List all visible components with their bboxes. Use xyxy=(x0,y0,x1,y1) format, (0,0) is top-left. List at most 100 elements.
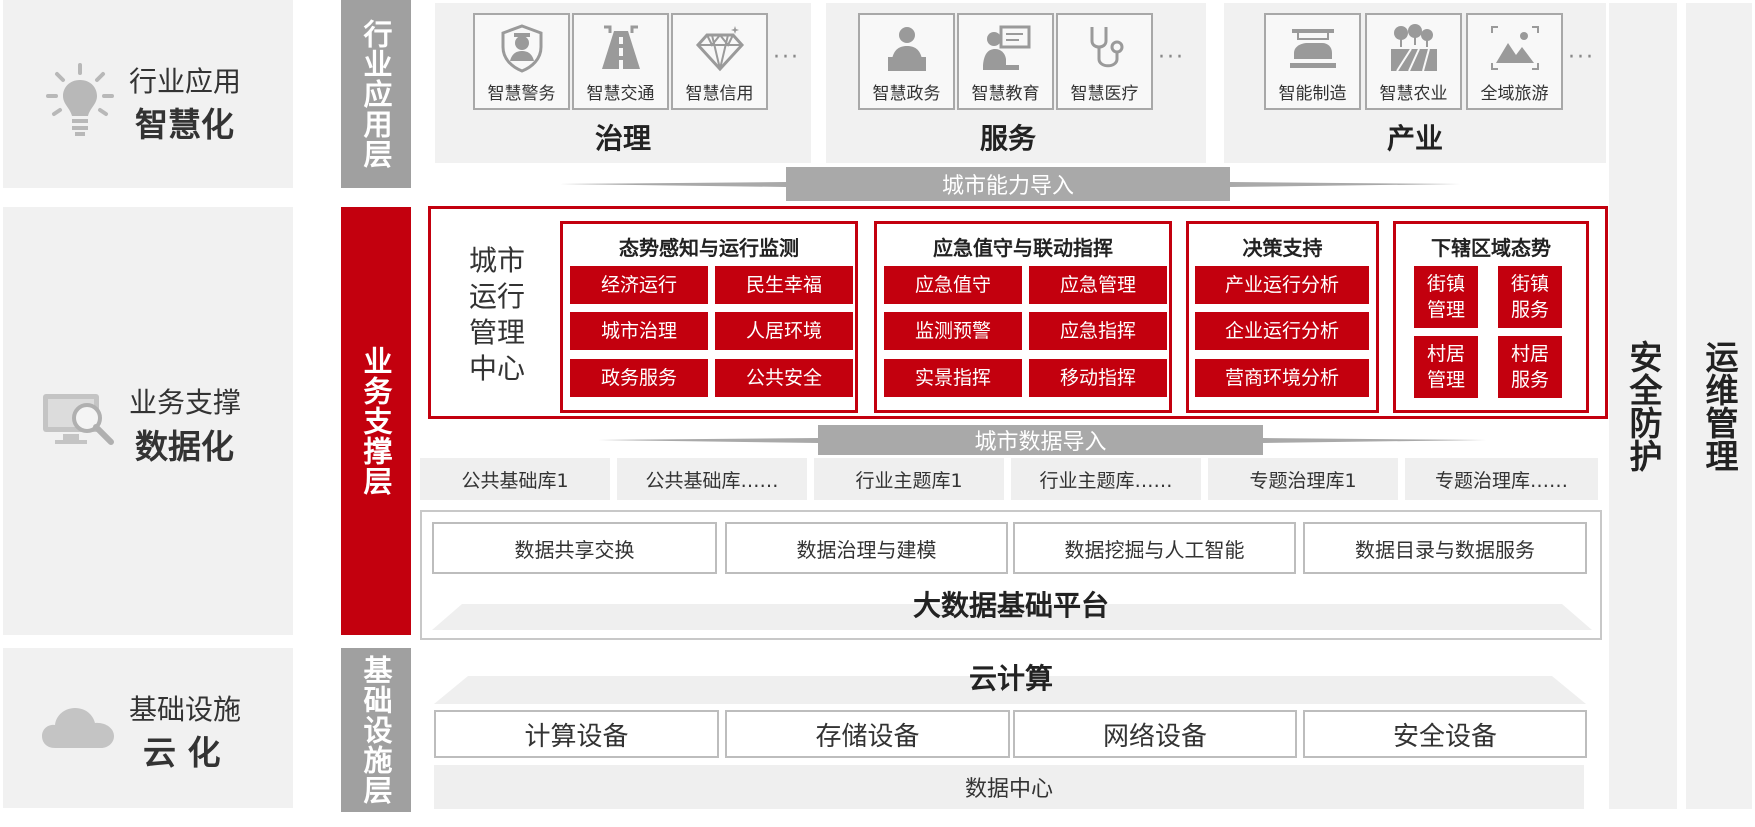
cloud-title: 云计算 xyxy=(968,662,1053,695)
group-emergency-command: 应急值守与联动指挥 应急值守 应急管理 监测预警 应急指挥 实景指挥 移动指挥 xyxy=(874,221,1172,413)
teacher-icon xyxy=(982,25,1030,70)
center-name-line: 城市 xyxy=(468,244,525,277)
layer-label-infra: 基础设施层 xyxy=(341,648,411,812)
app-label: 全域旅游 xyxy=(1480,84,1549,104)
sector-title: 服务 xyxy=(979,122,1036,155)
center-name-line: 管理 xyxy=(468,316,525,349)
db-industry-more: 行业主题库…… xyxy=(1011,458,1201,500)
sector-title: 治理 xyxy=(594,122,651,155)
bigdata-governance-modeling: 数据治理与建模 xyxy=(725,522,1008,574)
item-city-governance[interactable]: 城市治理 xyxy=(570,312,708,350)
item-village-service[interactable]: 村居 服务 xyxy=(1498,336,1562,398)
left-panel-business-main: 数据化 xyxy=(135,427,234,466)
data-center: 数据中心 xyxy=(434,765,1584,809)
item-mobile-command[interactable]: 移动指挥 xyxy=(1029,359,1167,397)
group-title: 下辖区域态势 xyxy=(1431,236,1551,260)
app-smart-credit[interactable]: 智慧信用 xyxy=(671,13,768,110)
app-smart-agriculture[interactable]: 智慧农业 xyxy=(1365,13,1462,110)
left-panel-app-sub: 行业应用 xyxy=(129,65,242,98)
item-emergency-duty[interactable]: 应急值守 xyxy=(884,266,1022,304)
monitor-search-icon xyxy=(43,394,114,445)
farm-icon xyxy=(1390,24,1437,72)
item-livelihood-happiness[interactable]: 民生幸福 xyxy=(715,266,853,304)
item-enterprise-analysis[interactable]: 企业运行分析 xyxy=(1195,312,1369,350)
bigdata-sharing-exchange: 数据共享交换 xyxy=(432,522,717,574)
left-panel-business: 业务支撑 数据化 xyxy=(3,207,293,635)
app-smart-government[interactable]: 智慧政务 xyxy=(858,13,955,110)
app-label: 智慧医疗 xyxy=(1070,84,1139,104)
app-smart-traffic[interactable]: 智慧交通 xyxy=(572,13,669,110)
more-ellipsis: ··· xyxy=(1568,45,1595,70)
item-government-service[interactable]: 政务服务 xyxy=(570,359,708,397)
center-name-line: 中心 xyxy=(468,352,525,385)
left-panel-app-main: 智慧化 xyxy=(135,105,234,144)
official-icon xyxy=(887,27,926,71)
app-label: 智慧信用 xyxy=(685,84,754,104)
app-label: 智能制造 xyxy=(1278,84,1347,104)
bigdata-title: 大数据基础平台 xyxy=(912,589,1109,622)
app-label: 智慧农业 xyxy=(1379,84,1448,104)
app-smart-manufacturing[interactable]: 智能制造 xyxy=(1264,13,1361,110)
layer-label-business: 业务支撑层 xyxy=(341,207,411,635)
db-industry-1: 行业主题库1 xyxy=(814,458,1004,500)
group-situation-monitoring: 态势感知与运行监测 经济运行 民生幸福 城市治理 人居环境 政务服务 公共安全 xyxy=(560,221,858,413)
item-industry-analysis[interactable]: 产业运行分析 xyxy=(1195,266,1369,304)
item-village-management[interactable]: 村居 管理 xyxy=(1414,336,1478,398)
infra-storage: 存储设备 xyxy=(725,710,1010,758)
diamond-icon xyxy=(695,26,744,72)
left-panel-infra-main: 云 化 xyxy=(143,733,221,772)
mountain-icon xyxy=(1490,26,1539,70)
app-label: 智慧政务 xyxy=(872,84,941,104)
item-emergency-management[interactable]: 应急管理 xyxy=(1029,266,1167,304)
bigdata-mining-ai: 数据挖掘与人工智能 xyxy=(1013,522,1296,574)
group-decision-support: 决策支持 产业运行分析 企业运行分析 营商环境分析 xyxy=(1186,221,1379,413)
item-public-safety[interactable]: 公共安全 xyxy=(715,359,853,397)
infra-compute: 计算设备 xyxy=(434,710,719,758)
item-economic-operation[interactable]: 经济运行 xyxy=(570,266,708,304)
group-title: 决策支持 xyxy=(1242,236,1323,260)
item-monitoring-warning[interactable]: 监测预警 xyxy=(884,312,1022,350)
more-ellipsis: ··· xyxy=(1158,45,1185,70)
security-protection: 安全防护 xyxy=(1609,3,1677,809)
lightbulb-icon xyxy=(46,63,114,136)
bigdata-platform: 数据共享交换 数据治理与建模 数据挖掘与人工智能 数据目录与数据服务 大数据基础… xyxy=(420,510,1602,640)
item-live-command[interactable]: 实景指挥 xyxy=(884,359,1022,397)
left-panel-infra-sub: 基础设施 xyxy=(129,693,242,726)
app-label: 智慧交通 xyxy=(586,84,655,104)
center-name: 城市 运行 管理 中心 xyxy=(461,243,533,387)
stethoscope-icon xyxy=(1090,27,1123,68)
db-special-more: 专题治理库…… xyxy=(1405,458,1598,500)
road-icon xyxy=(601,25,640,69)
bigdata-catalog-service: 数据目录与数据服务 xyxy=(1303,522,1587,574)
app-label: 智慧教育 xyxy=(971,84,1040,104)
sector-governance: 智慧警务 智慧交通 智慧信用 ··· 治理 xyxy=(435,3,811,163)
sector-industry: 智能制造 智慧农业 全域旅游 ··· 产业 xyxy=(1224,3,1606,163)
item-emergency-command[interactable]: 应急指挥 xyxy=(1029,312,1167,350)
factory-icon xyxy=(1289,29,1336,68)
sector-service: 智慧政务 智慧教育 智慧医疗 ··· 服务 xyxy=(826,3,1206,163)
item-town-service[interactable]: 街镇 服务 xyxy=(1498,266,1562,328)
sector-title: 产业 xyxy=(1386,122,1443,155)
layer-label-app: 行业应用层 xyxy=(341,0,411,188)
app-label: 智慧警务 xyxy=(487,84,556,104)
app-smart-medical[interactable]: 智慧医疗 xyxy=(1056,13,1153,110)
db-special-1: 专题治理库1 xyxy=(1208,458,1398,500)
left-panel-business-sub: 业务支撑 xyxy=(129,386,242,419)
center-name-line: 运行 xyxy=(468,280,525,313)
app-smart-education[interactable]: 智慧教育 xyxy=(957,13,1054,110)
data-import-label: 城市数据导入 xyxy=(974,430,1107,455)
db-public-1: 公共基础库1 xyxy=(420,458,610,500)
more-ellipsis: ··· xyxy=(773,45,800,70)
item-living-environment[interactable]: 人居环境 xyxy=(715,312,853,350)
group-title: 应急值守与联动指挥 xyxy=(933,236,1113,260)
group-district-situation: 下辖区域态势 街镇 管理 街镇 服务 村居 管理 村居 服务 xyxy=(1393,221,1589,413)
operations-management: 运维管理 xyxy=(1686,3,1752,809)
left-panel-app: 行业应用 智慧化 xyxy=(3,0,293,188)
app-all-area-tourism[interactable]: 全域旅游 xyxy=(1466,13,1563,110)
item-business-env-analysis[interactable]: 营商环境分析 xyxy=(1195,359,1369,397)
city-operations-center: 城市 运行 管理 中心 态势感知与运行监测 经济运行 民生幸福 城市治理 人居环… xyxy=(428,206,1608,419)
police-icon xyxy=(501,24,542,73)
db-public-more: 公共基础库…… xyxy=(617,458,807,500)
app-smart-police[interactable]: 智慧警务 xyxy=(473,13,570,110)
item-town-management[interactable]: 街镇 管理 xyxy=(1414,266,1478,328)
